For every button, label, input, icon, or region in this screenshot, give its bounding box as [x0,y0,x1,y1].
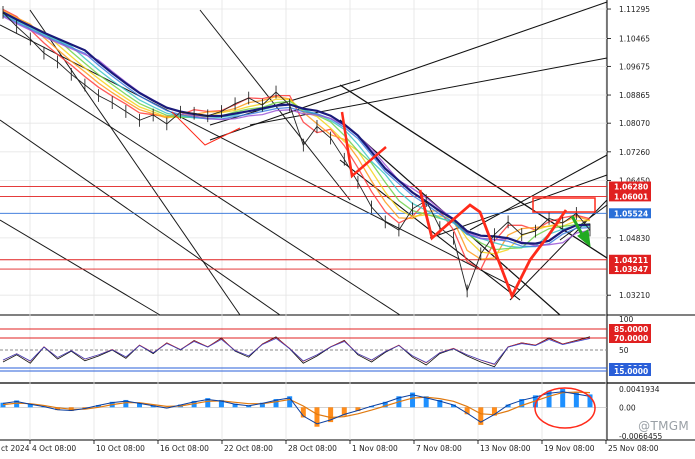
price-axis-label: 1.10465 [619,34,650,43]
date-axis-label: 22 Oct 08:00 [224,444,273,453]
price-level-label: 1.06280 [614,183,648,192]
price-axis-label: 1.04830 [619,234,650,243]
date-axis-label: 10 Oct 08:00 [96,444,145,453]
price-axis-label: 1.08070 [619,119,650,128]
oscillator-level-label: 85.0000 [614,325,648,334]
histogram-axis-label: -0.0066455 [619,432,662,441]
oscillator-level-label: 50 [619,346,629,355]
date-axis-label: 1 Nov 08:00 [352,444,398,453]
histogram-axis-label: 0.0041934 [619,385,660,394]
date-axis-label: 13 Nov 08:00 [480,444,531,453]
date-axis-label: 25 Nov 08:00 [608,444,659,453]
chart-root: 1.11295 1.10465 1.09675 1.08865 1.08070 1.072… [0,0,695,455]
price-axis-label: 1.08865 [619,91,650,100]
price-level-label: 1.05524 [614,209,648,218]
oscillator-level-label: 70.0000 [614,334,648,343]
chart-svg: 1.11295 1.10465 1.09675 1.08865 1.08070 1.072… [0,0,695,455]
price-axis-label: 1.07260 [619,148,650,157]
date-axis-label: 19 Nov 08:00 [544,444,595,453]
price-level-label: 1.03947 [614,265,648,274]
date-axis-label: ct 2024 [1,444,30,453]
price-axis-label: 1.11295 [619,5,650,14]
date-axis-label: 16 Oct 08:00 [160,444,209,453]
price-level-label: 1.04211 [614,256,648,265]
price-level-label: 1.06001 [614,192,648,201]
date-axis-label: 7 Nov 08:00 [416,444,462,453]
oscillator-level-label: 15.0000 [614,367,648,376]
price-axis-label: 1.09675 [619,62,650,71]
date-axis-label: 28 Oct 08:00 [288,444,337,453]
oscillator-top-label: 100 [619,315,634,324]
date-axis-label: 4 Oct 08:00 [32,444,76,453]
histogram-axis-label: 0.00 [619,403,636,412]
watermark: @TMGM [638,419,689,433]
price-axis-label: 1.03210 [619,291,650,300]
